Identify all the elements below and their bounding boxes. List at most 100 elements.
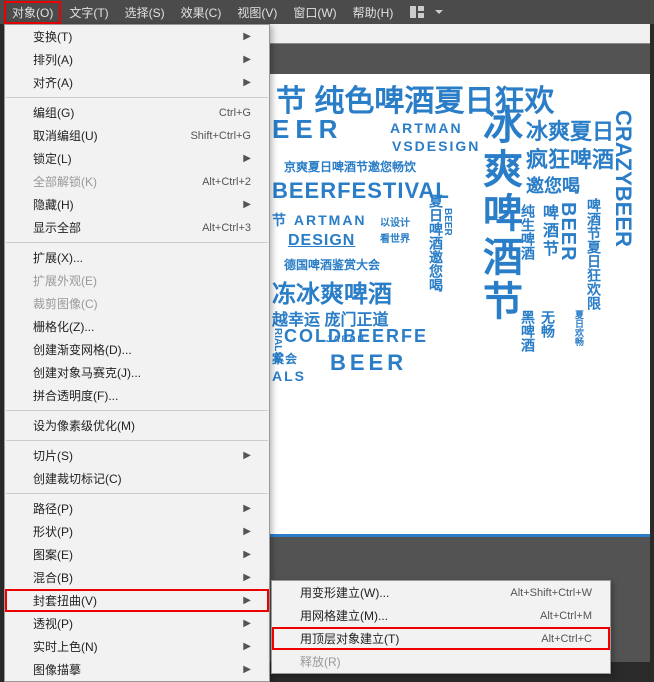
menu-item[interactable]: 形状(P) ▶ [5,520,269,543]
submenu-item[interactable]: 用网格建立(M)... Alt+Ctrl+M [272,604,610,627]
menu-item: 裁剪图像(C) [5,292,269,315]
menu-item-label: 栅格化(Z)... [33,318,94,335]
menu-item-label: 隐藏(H) [33,196,74,213]
menu-item[interactable]: 路径(P) ▶ [5,497,269,520]
menu-item[interactable]: 图案(E)▶ [5,543,269,566]
menu-item-label: 形状(P) [33,523,73,540]
menu-item[interactable]: 图像描摹▶ [5,658,269,681]
art-line: 以设计 [380,214,410,229]
submenu-arrow-icon: ▶ [243,526,251,537]
envelope-distort-submenu: 用变形建立(W)... Alt+Shift+Ctrl+W 用网格建立(M)... Al… [271,580,611,674]
menu-item-label: 透视(P) [33,615,73,632]
art-line: 案会 [272,350,298,367]
menu-item[interactable]: 隐藏(H)▶ [5,193,269,216]
submenu-item-label: 用网格建立(M)... [300,607,388,624]
selection-indicator [270,534,650,537]
menu-item[interactable]: 混合(B)▶ [5,566,269,589]
art-line: ARTMAN [390,120,463,136]
menu-select[interactable]: 选择(S) [117,1,173,24]
menu-shortcut: Alt+Ctrl+2 [202,176,251,188]
art-line: 冻冰爽啤酒 [272,274,392,309]
menu-item[interactable]: 变换(T)▶ [5,25,269,48]
menu-item-label: 扩展(X)... [33,249,83,266]
submenu-shortcut: Alt+Ctrl+M [540,610,592,622]
art-line: BEER [330,350,407,376]
menu-item[interactable]: 创建对象马赛克(J)... [5,361,269,384]
menu-separator [6,242,268,243]
art-line: 黑啤酒 [518,310,538,352]
menu-window[interactable]: 窗口(W) [285,1,344,24]
menu-effect[interactable]: 效果(C) [173,1,230,24]
menu-item[interactable]: 创建裁切标记(C) [5,467,269,490]
menu-separator [6,440,268,441]
menu-shortcut: Shift+Ctrl+G [190,130,251,142]
menu-item-label: 对齐(A) [33,74,73,91]
menu-item-label: 图像描摹 [33,661,81,678]
ruler-horizontal [270,24,650,44]
art-line: 看世界 [380,230,410,245]
art-line: 疯狂啤酒 [526,142,614,174]
menu-item[interactable]: 锁定(L)▶ [5,147,269,170]
menu-item-label: 排列(A) [33,51,73,68]
menu-item[interactable]: 取消编组(U) Shift+Ctrl+G [5,124,269,147]
menu-item-label: 路径(P) [33,500,73,517]
menu-item[interactable]: 对齐(A) ▶ [5,71,269,94]
layout-icon[interactable] [409,4,425,20]
menu-item: 全部解锁(K)Alt+Ctrl+2 [5,170,269,193]
menu-item-label: 编组(G) [33,104,74,121]
menu-item-label: 取消编组(U) [33,127,98,144]
menu-item-label: 创建对象马赛克(J)... [33,364,141,381]
menu-item[interactable]: 创建渐变网格(D)... [5,338,269,361]
submenu-arrow-icon: ▶ [243,641,251,652]
art-line: EER [272,114,343,145]
menu-item[interactable]: 显示全部Alt+Ctrl+3 [5,216,269,239]
art-line: ALS [272,368,306,384]
menu-item[interactable]: 拼合透明度(F)... [5,384,269,407]
menu-item[interactable]: 切片(S)▶ [5,444,269,467]
dropdown-icon[interactable] [431,4,447,20]
art-line: 节 ARTMAN [272,210,367,230]
menu-separator [6,410,268,411]
submenu-item-label: 用变形建立(W)... [300,584,389,601]
menu-item-label: 裁剪图像(C) [33,295,98,312]
art-line: BEER [556,202,579,262]
menu-item[interactable]: 栅格化(Z)... [5,315,269,338]
artboard[interactable]: 节 纯色啤酒夏日狂欢 EER ARTMAN VSDESIGN 冰爽夏日 疯狂啤酒… [270,74,650,534]
submenu-arrow-icon: ▶ [243,77,251,88]
menu-help[interactable]: 帮助(H) [345,1,402,24]
art-line: JAPAN [326,334,366,344]
art-line: 啤酒节夏日狂欢限 [584,198,604,310]
art-line: 德国啤酒鉴赏大会 [284,256,380,273]
menu-item[interactable]: 实时上色(N) ▶ [5,635,269,658]
submenu-arrow-icon: ▶ [243,153,251,164]
artwork-text: 节 纯色啤酒夏日狂欢 EER ARTMAN VSDESIGN 冰爽夏日 疯狂啤酒… [270,74,650,534]
submenu-item[interactable]: 用变形建立(W)... Alt+Shift+Ctrl+W [272,581,610,604]
art-line: 无畅 [538,310,558,338]
menu-item-label: 设为像素级优化(M) [33,417,135,434]
submenu-shortcut: Alt+Shift+Ctrl+W [510,587,592,599]
menu-item: 扩展外观(E) [5,269,269,292]
menu-item-label: 实时上色(N) [33,638,98,655]
menu-item[interactable]: 编组(G)Ctrl+G [5,101,269,124]
menu-item[interactable]: 排列(A) ▶ [5,48,269,71]
menu-view[interactable]: 视图(V) [229,1,285,24]
menu-item[interactable]: 设为像素级优化(M) [5,414,269,437]
menu-object[interactable]: 对象(O) [4,1,61,24]
submenu-arrow-icon: ▶ [243,54,251,65]
menu-shortcut: Alt+Ctrl+3 [202,222,251,234]
art-line: 邀您喝 [526,172,580,198]
menu-item-label: 变换(T) [33,28,72,45]
menu-type[interactable]: 文字(T) [61,1,116,24]
menu-separator [6,97,268,98]
submenu-item[interactable]: 用顶层对象建立(T)Alt+Ctrl+C [272,627,610,650]
menubar-tools [409,4,447,20]
menu-item[interactable]: 封套扭曲(V)▶ [5,589,269,612]
menu-item-label: 切片(S) [33,447,73,464]
submenu-arrow-icon: ▶ [243,595,251,606]
menu-item[interactable]: 扩展(X)... [5,246,269,269]
submenu-arrow-icon: ▶ [243,572,251,583]
art-line: 京爽夏日啤酒节邀您畅饮 [284,158,416,175]
submenu-arrow-icon: ▶ [243,618,251,629]
menu-item[interactable]: 透视(P) ▶ [5,612,269,635]
submenu-arrow-icon: ▶ [243,503,251,514]
